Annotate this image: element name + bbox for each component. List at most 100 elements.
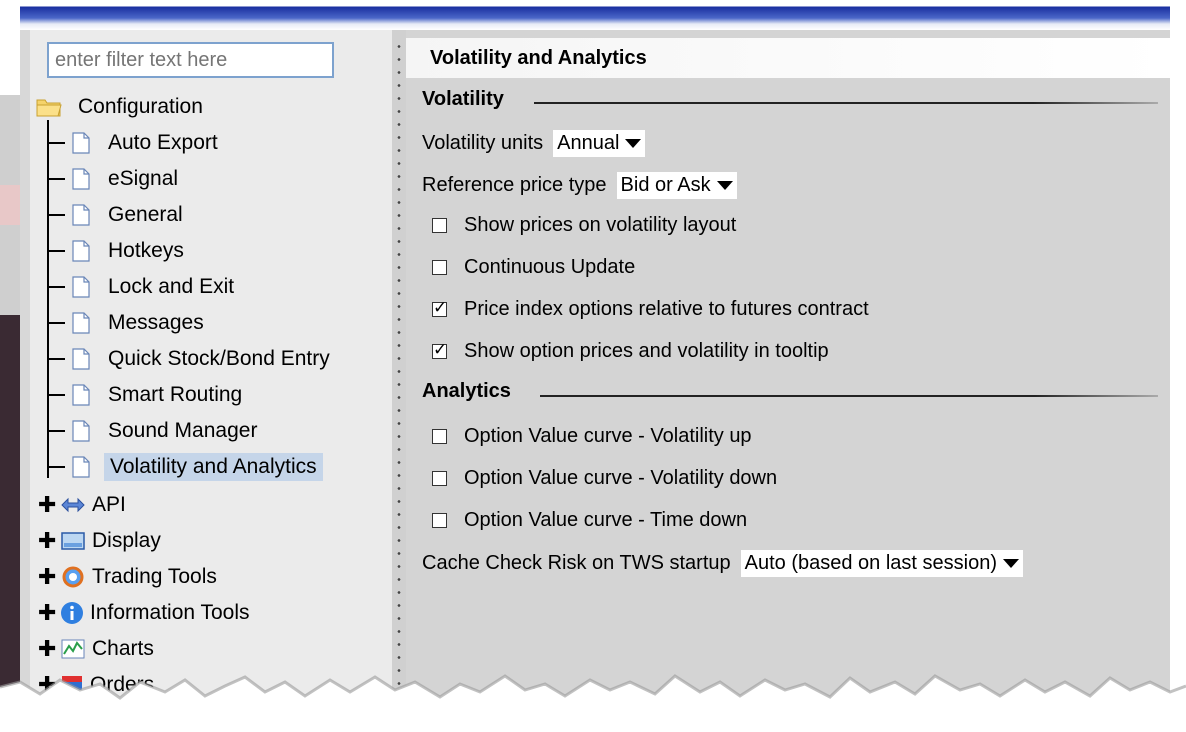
volatility-units-label: Volatility units	[422, 132, 544, 154]
tree-item[interactable]: Hotkeys	[72, 234, 184, 268]
tree-item[interactable]: Lock and Exit	[72, 270, 234, 304]
tree-item-label: Lock and Exit	[108, 275, 235, 298]
tree-connector	[47, 250, 65, 252]
tree-item[interactable]: Volatility and Analytics	[72, 450, 323, 484]
tree-group-label: API	[92, 493, 126, 516]
tree-connector	[47, 120, 49, 478]
expand-icon[interactable]: ✚	[38, 492, 58, 518]
splitter-grip	[397, 40, 401, 700]
checkbox-label: Option Value curve - Time down	[464, 509, 748, 531]
filter-input[interactable]	[47, 42, 334, 78]
section-title-analytics: Analytics	[422, 380, 511, 402]
checkbox[interactable]	[432, 429, 447, 444]
document-icon	[72, 132, 90, 154]
tree-item[interactable]: Smart Routing	[72, 378, 242, 412]
expand-icon[interactable]: ✚	[38, 600, 58, 626]
volatility-units-dropdown[interactable]: Annual	[553, 130, 646, 157]
checkbox-option[interactable]: Option Value curve - Volatility down	[422, 467, 777, 490]
document-icon	[72, 204, 90, 226]
tree-item-label: General	[108, 203, 183, 226]
document-icon	[72, 240, 90, 262]
tree-group[interactable]: ✚ Charts	[38, 632, 154, 666]
section-title-volatility: Volatility	[422, 88, 504, 110]
document-icon	[72, 456, 90, 478]
background-window-strip	[0, 95, 20, 715]
splitter-handle[interactable]	[392, 30, 406, 730]
document-icon	[72, 348, 90, 370]
tree-item[interactable]: Auto Export	[72, 126, 218, 160]
volatility-units-row: Volatility units Annual	[422, 130, 646, 157]
cache-check-row: Cache Check Risk on TWS startup Auto (ba…	[422, 550, 1024, 577]
document-icon	[72, 384, 90, 406]
section-divider	[534, 102, 1158, 104]
dropdown-arrow-icon	[716, 181, 733, 190]
document-icon	[72, 276, 90, 298]
cache-check-value: Auto (based on last session)	[744, 552, 998, 574]
tree-connector	[47, 142, 65, 144]
reference-price-value: Bid or Ask	[620, 174, 711, 196]
checkbox-label: Option Value curve - Volatility up	[464, 425, 752, 447]
expand-icon[interactable]: ✚	[38, 636, 58, 662]
checkbox-option[interactable]: Option Value curve - Time down	[422, 509, 747, 532]
checkbox-option[interactable]: Continuous Update	[422, 256, 635, 279]
tree-item-label: Sound Manager	[108, 419, 258, 442]
title-bar[interactable]	[20, 0, 1170, 30]
tree-item[interactable]: eSignal	[72, 162, 178, 196]
torn-edge	[0, 674, 1186, 732]
tree-group-label: Information Tools	[90, 601, 250, 624]
checkbox[interactable]	[432, 260, 447, 275]
checkbox[interactable]	[432, 471, 447, 486]
background-artifact	[0, 315, 20, 715]
cache-check-dropdown[interactable]: Auto (based on last session)	[740, 550, 1024, 577]
document-icon	[72, 168, 90, 190]
checkbox[interactable]	[432, 301, 447, 317]
tree-item-label: Quick Stock/Bond Entry	[108, 347, 330, 370]
tree-connector	[47, 322, 65, 324]
tree-item[interactable]: Sound Manager	[72, 414, 257, 448]
reference-price-dropdown[interactable]: Bid or Ask	[616, 172, 737, 199]
checkbox[interactable]	[432, 218, 447, 233]
tree-item-label: Auto Export	[108, 131, 218, 154]
tree-item[interactable]: General	[72, 198, 183, 232]
document-icon	[72, 420, 90, 442]
tree-item[interactable]: Quick Stock/Bond Entry	[72, 342, 330, 376]
tree-group[interactable]: ✚ Information Tools	[38, 596, 250, 630]
checkbox-label: Show prices on volatility layout	[464, 214, 737, 236]
reference-price-label: Reference price type	[422, 174, 607, 196]
info-icon	[60, 601, 84, 625]
checkbox-option[interactable]: Option Value curve - Volatility up	[422, 425, 752, 448]
checkbox-label: Price index options relative to futures …	[464, 298, 869, 320]
tree-root-configuration[interactable]: Configuration	[36, 90, 203, 124]
expand-icon[interactable]: ✚	[38, 564, 58, 590]
panel-title: Volatility and Analytics	[406, 38, 1170, 78]
volatility-units-value: Annual	[557, 132, 620, 154]
tree-connector	[47, 286, 65, 288]
tree-connector	[47, 430, 65, 432]
tree-group-label: Display	[92, 529, 161, 552]
cache-check-label: Cache Check Risk on TWS startup	[422, 552, 731, 574]
expand-icon[interactable]: ✚	[38, 528, 58, 554]
checkbox-option[interactable]: Show option prices and volatility in too…	[422, 340, 829, 363]
tree-group[interactable]: ✚ Trading Tools	[38, 560, 217, 594]
display-icon	[60, 531, 86, 551]
background-artifact	[0, 185, 20, 225]
tree-item-label: Hotkeys	[108, 239, 184, 262]
tree-group-label: Charts	[92, 637, 154, 660]
tree-connector	[47, 466, 65, 468]
tree-group-label: Trading Tools	[92, 565, 217, 588]
tree-item-label: Messages	[108, 311, 204, 334]
settings-panel: Volatility and Analytics Volatility Vola…	[406, 30, 1170, 730]
charts-icon	[60, 638, 86, 660]
tree-item[interactable]: Messages	[72, 306, 204, 340]
tree-item-label: Volatility and Analytics	[104, 453, 323, 481]
checkbox[interactable]	[432, 343, 447, 359]
settings-window: Configuration Auto Export eSignal General H…	[20, 0, 1170, 730]
tree-group[interactable]: ✚ API	[38, 488, 126, 522]
checkbox-option[interactable]: Show prices on volatility layout	[422, 214, 736, 237]
checkbox-option[interactable]: Price index options relative to futures …	[422, 298, 869, 321]
folder-open-icon	[36, 96, 62, 118]
reference-price-row: Reference price type Bid or Ask	[422, 172, 737, 199]
checkbox[interactable]	[432, 513, 447, 528]
tree-root-label: Configuration	[78, 95, 203, 118]
tree-group[interactable]: ✚ Display	[38, 524, 161, 558]
